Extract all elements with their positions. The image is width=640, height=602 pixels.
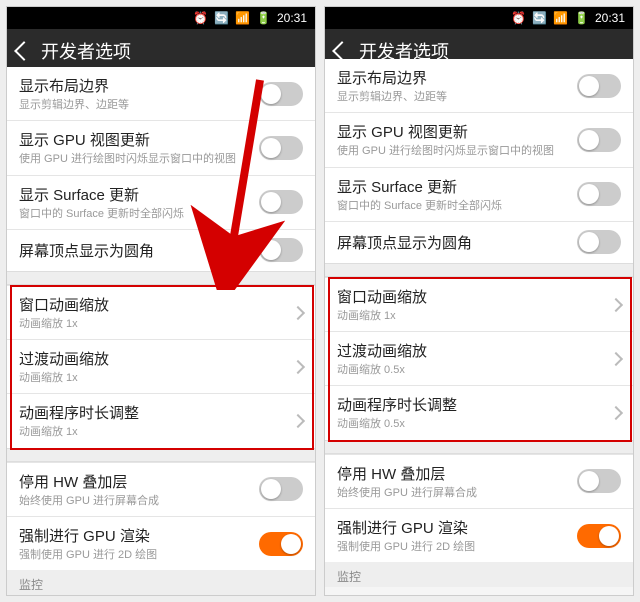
settings-row[interactable]: 屏幕顶点显示为圆角 [325, 221, 633, 263]
row-subtitle: 强制使用 GPU 进行 2D 绘图 [19, 548, 259, 562]
row-title: 窗口动画缩放 [19, 294, 293, 315]
row-subtitle: 始终使用 GPU 进行屏幕合成 [19, 494, 259, 508]
settings-list-right[interactable]: 显示布局边界显示剪辑边界、边距等显示 GPU 视图更新使用 GPU 进行绘图时闪… [325, 59, 633, 587]
row-subtitle: 使用 GPU 进行绘图时闪烁显示窗口中的视图 [19, 152, 259, 166]
row-subtitle: 始终使用 GPU 进行屏幕合成 [337, 486, 577, 500]
row-title: 窗口动画缩放 [337, 286, 611, 307]
toggle-switch[interactable] [259, 190, 303, 214]
sync-icon: 🔄 [532, 11, 547, 25]
settings-row[interactable]: 显示 Surface 更新窗口中的 Surface 更新时全部闪烁 [325, 167, 633, 221]
row-title: 显示 Surface 更新 [19, 184, 259, 205]
row-title: 强制进行 GPU 渲染 [19, 525, 259, 546]
settings-row[interactable]: 窗口动画缩放动画缩放 1x [325, 277, 633, 331]
toggle-switch[interactable] [259, 82, 303, 106]
row-subtitle: 动画缩放 1x [19, 317, 293, 331]
settings-row[interactable]: 停用 HW 叠加层始终使用 GPU 进行屏幕合成 [325, 454, 633, 508]
settings-row[interactable]: 停用 HW 叠加层始终使用 GPU 进行屏幕合成 [7, 462, 315, 516]
status-time: 20:31 [277, 11, 307, 25]
settings-row[interactable]: 显示布局边界显示剪辑边界、边距等 [325, 59, 633, 112]
status-bar: ⏰ 🔄 📶 🔋 20:31 [7, 7, 315, 29]
row-subtitle: 窗口中的 Surface 更新时全部闪烁 [337, 199, 577, 213]
row-title: 动画程序时长调整 [337, 394, 611, 415]
chevron-right-icon [291, 305, 305, 319]
settings-row[interactable]: 动画程序时长调整动画缩放 1x [7, 393, 315, 447]
row-title: 显示布局边界 [337, 67, 577, 88]
settings-row[interactable]: 窗口动画缩放动画缩放 1x [7, 285, 315, 339]
sync-icon: 🔄 [214, 11, 229, 25]
row-title: 动画程序时长调整 [19, 402, 293, 423]
row-title: 屏幕顶点显示为圆角 [337, 232, 577, 253]
status-bar: ⏰ 🔄 📶 🔋 20:31 [325, 7, 633, 29]
row-title: 停用 HW 叠加层 [19, 471, 259, 492]
toggle-switch[interactable] [577, 469, 621, 493]
settings-row[interactable]: 强制进行 GPU 渲染强制使用 GPU 进行 2D 绘图 [325, 508, 633, 562]
settings-row[interactable]: 强制进行 GPU 渲染强制使用 GPU 进行 2D 绘图 [7, 516, 315, 570]
section-label: 监控 [325, 562, 633, 587]
signal-icon: 📶 [553, 11, 568, 25]
toggle-switch[interactable] [259, 136, 303, 160]
row-subtitle: 使用 GPU 进行绘图时闪烁显示窗口中的视图 [337, 144, 577, 158]
page-title: 开发者选项 [41, 38, 131, 64]
settings-row[interactable]: 过渡动画缩放动画缩放 0.5x [325, 331, 633, 385]
alarm-icon: ⏰ [193, 11, 208, 25]
row-subtitle: 动画缩放 1x [19, 425, 293, 439]
settings-row[interactable]: 过渡动画缩放动画缩放 1x [7, 339, 315, 393]
row-subtitle: 动画缩放 1x [19, 371, 293, 385]
row-subtitle: 动画缩放 1x [337, 309, 611, 323]
chevron-right-icon [609, 297, 623, 311]
row-subtitle: 强制使用 GPU 进行 2D 绘图 [337, 540, 577, 554]
settings-row[interactable]: 动画程序时长调整动画缩放 0.5x [325, 385, 633, 439]
settings-row[interactable]: 屏幕顶点显示为圆角 [7, 229, 315, 271]
settings-row[interactable]: 显示 GPU 视图更新使用 GPU 进行绘图时闪烁显示窗口中的视图 [7, 120, 315, 174]
row-title: 过渡动画缩放 [337, 340, 611, 361]
row-subtitle: 显示剪辑边界、边距等 [337, 90, 577, 104]
chevron-right-icon [291, 360, 305, 374]
chevron-right-icon [609, 352, 623, 366]
alarm-icon: ⏰ [511, 11, 526, 25]
row-subtitle: 显示剪辑边界、边距等 [19, 98, 259, 112]
settings-row[interactable]: 显示 GPU 视图更新使用 GPU 进行绘图时闪烁显示窗口中的视图 [325, 112, 633, 166]
settings-row[interactable]: 显示 Surface 更新窗口中的 Surface 更新时全部闪烁 [7, 175, 315, 229]
settings-list-left[interactable]: 显示布局边界显示剪辑边界、边距等显示 GPU 视图更新使用 GPU 进行绘图时闪… [7, 67, 315, 595]
row-title: 强制进行 GPU 渲染 [337, 517, 577, 538]
toggle-switch[interactable] [259, 477, 303, 501]
signal-icon: 📶 [235, 11, 250, 25]
row-title: 显示布局边界 [19, 75, 259, 96]
row-title: 显示 GPU 视图更新 [337, 121, 577, 142]
status-time: 20:31 [595, 11, 625, 25]
toggle-switch[interactable] [577, 74, 621, 98]
battery-icon: 🔋 [574, 11, 589, 25]
battery-icon: 🔋 [256, 11, 271, 25]
phone-right: ⏰ 🔄 📶 🔋 20:31 开发者选项 显示布局边界显示剪辑边界、边距等显示 G… [324, 6, 634, 596]
toggle-switch[interactable] [577, 182, 621, 206]
settings-row[interactable]: 显示布局边界显示剪辑边界、边距等 [7, 67, 315, 120]
row-title: 屏幕顶点显示为圆角 [19, 240, 259, 261]
phone-left: ⏰ 🔄 📶 🔋 20:31 开发者选项 显示布局边界显示剪辑边界、边距等显示 G… [6, 6, 316, 596]
row-title: 显示 Surface 更新 [337, 176, 577, 197]
toggle-switch[interactable] [577, 128, 621, 152]
section-label: 监控 [7, 570, 315, 595]
row-subtitle: 动画缩放 0.5x [337, 363, 611, 377]
row-title: 显示 GPU 视图更新 [19, 129, 259, 150]
back-chevron-icon[interactable] [14, 41, 34, 61]
back-chevron-icon[interactable] [332, 41, 352, 61]
toggle-switch[interactable] [577, 524, 621, 548]
row-subtitle: 窗口中的 Surface 更新时全部闪烁 [19, 207, 259, 221]
toggle-switch[interactable] [259, 532, 303, 556]
row-subtitle: 动画缩放 0.5x [337, 417, 611, 431]
chevron-right-icon [609, 406, 623, 420]
toggle-switch[interactable] [577, 230, 621, 254]
row-title: 停用 HW 叠加层 [337, 463, 577, 484]
chevron-right-icon [291, 414, 305, 428]
row-title: 过渡动画缩放 [19, 348, 293, 369]
toggle-switch[interactable] [259, 238, 303, 262]
